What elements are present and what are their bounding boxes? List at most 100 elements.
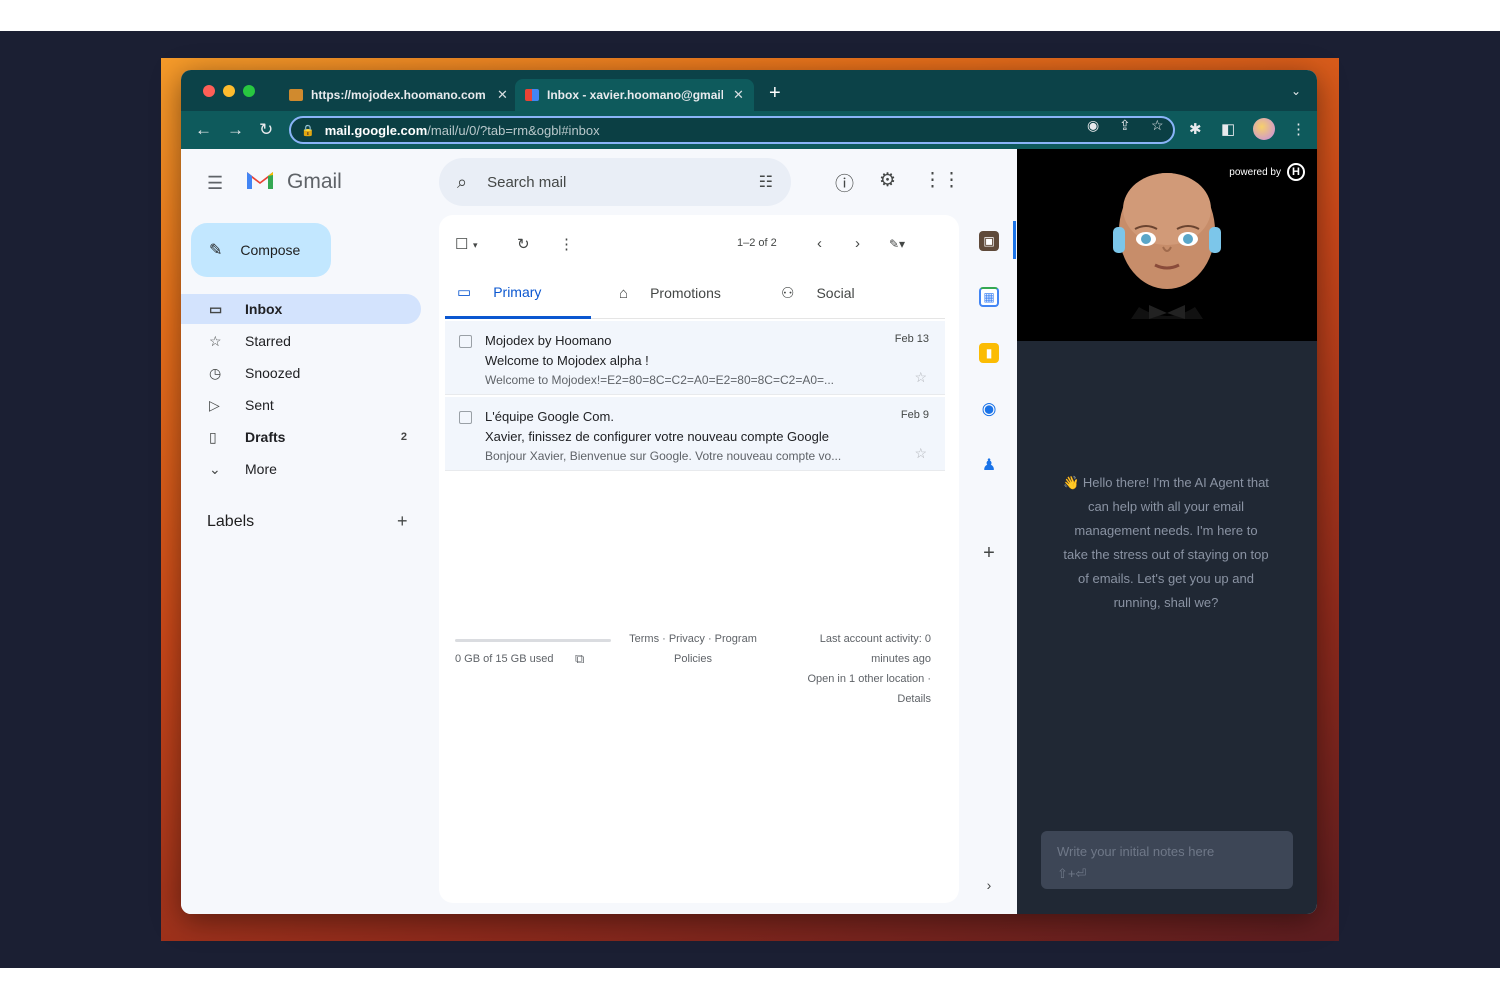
search-icon[interactable]: ⌕	[457, 172, 467, 193]
compose-label: Compose	[240, 242, 301, 258]
close-tab-icon[interactable]: ✕	[497, 87, 508, 103]
contacts-icon[interactable]: ♟	[979, 455, 999, 475]
assistant-panel: powered by H 👋 Hello there! I'm the AI A…	[1017, 149, 1317, 914]
tasks-icon[interactable]: ◉	[979, 399, 999, 419]
assistant-greeting: 👋 Hello there! I'm the AI Agent that can…	[1061, 471, 1271, 615]
calendar-icon[interactable]: ▦	[979, 287, 999, 307]
gmail-logo-icon[interactable]	[245, 167, 275, 191]
powered-by-badge: powered by H	[1229, 163, 1305, 181]
side-apps-panel: ▣ ▦ ▮ ◉ ♟ + ›	[961, 149, 1017, 914]
email-date: Feb 9	[900, 409, 929, 421]
back-icon[interactable]: ←	[195, 120, 212, 140]
main-menu-icon[interactable]: ☰	[207, 173, 223, 194]
expand-panel-icon[interactable]: ›	[979, 875, 999, 895]
greeting-text: Hello there! I'm the AI Agent that can h…	[1063, 475, 1269, 610]
help-icon[interactable]: ⓘ	[835, 169, 854, 196]
tab-social[interactable]: ⚇ Social	[781, 267, 855, 319]
active-addon-indicator	[1013, 221, 1016, 259]
bookmark-star-icon[interactable]: ☆	[1151, 117, 1164, 134]
tab-primary[interactable]: ▭ Primary	[445, 267, 591, 319]
clock-icon: ◷	[209, 364, 222, 381]
browser-menu-icon[interactable]: ⋮	[1291, 120, 1306, 138]
more-actions-icon[interactable]: ⋮	[559, 235, 574, 253]
tab-promotions[interactable]: ⌂ Promotions	[619, 267, 721, 319]
nav-label: Drafts	[245, 429, 286, 445]
select-dropdown-icon[interactable]: ▾	[473, 240, 478, 251]
keep-icon[interactable]: ▮	[979, 343, 999, 363]
nav-item-inbox[interactable]: ▭ Inbox	[181, 294, 421, 324]
apps-grid-icon[interactable]: ⋮⋮	[923, 169, 961, 192]
new-tab-button[interactable]: +	[769, 82, 781, 105]
draft-icon: ▯	[209, 428, 217, 445]
nav-item-snoozed[interactable]: ◷ Snoozed	[181, 358, 421, 388]
url-path: /mail/u/0/?tab=rm&ogbl#inbox	[427, 122, 600, 138]
notes-placeholder: Write your initial notes here	[1057, 844, 1215, 859]
wave-hand-icon: 👋	[1063, 475, 1080, 490]
close-window-button[interactable]	[203, 85, 215, 97]
star-icon[interactable]: ☆	[914, 445, 927, 462]
maximize-window-button[interactable]	[243, 85, 255, 97]
star-icon[interactable]: ☆	[914, 369, 927, 386]
browser-window: https://mojodex.hoomano.com ✕ Inbox - xa…	[181, 70, 1317, 914]
star-icon: ☆	[209, 332, 222, 349]
mojodex-addon-icon[interactable]: ▣	[979, 231, 999, 251]
nav-label: More	[245, 461, 277, 477]
email-checkbox[interactable]	[459, 335, 472, 348]
people-icon: ⚇	[781, 285, 795, 302]
email-snippet: Bonjour Xavier, Bienvenue sur Google. Vo…	[485, 449, 842, 463]
forward-icon[interactable]: →	[227, 120, 244, 140]
settings-gear-icon[interactable]: ⚙	[879, 169, 896, 192]
send-icon: ▷	[209, 396, 220, 413]
search-input[interactable]: Search mail	[487, 174, 566, 191]
category-tabs: ▭ Primary ⌂ Promotions ⚇ Social	[445, 267, 945, 319]
address-bar[interactable]: 🔒 mail.google.com /mail/u/0/?tab=rm&ogbl…	[289, 116, 1175, 144]
nav-item-sent[interactable]: ▷ Sent	[181, 390, 421, 420]
tab-mojodex[interactable]: https://mojodex.hoomano.com ✕	[279, 79, 518, 111]
nav-label: Snoozed	[245, 365, 301, 381]
minimize-window-button[interactable]	[223, 85, 235, 97]
nav-label: Inbox	[245, 301, 283, 317]
email-row[interactable]: Mojodex by Hoomano Welcome to Mojodex al…	[445, 321, 945, 395]
eye-icon[interactable]: ◉	[1087, 117, 1099, 134]
nav-label: Sent	[245, 397, 274, 413]
compose-button[interactable]: ✎ Compose	[191, 223, 331, 277]
reload-icon[interactable]: ↻	[259, 120, 273, 140]
footer-links[interactable]: Terms · Privacy · Program Policies	[623, 629, 763, 669]
tab-strip: https://mojodex.hoomano.com ✕ Inbox - xa…	[181, 70, 1317, 111]
browser-toolbar: ← → ↻ 🔒 mail.google.com /mail/u/0/?tab=r…	[181, 111, 1317, 149]
details-link[interactable]: Details	[869, 689, 931, 709]
email-sender: Mojodex by Hoomano	[485, 333, 612, 348]
share-icon[interactable]: ⇪	[1119, 117, 1131, 134]
close-tab-icon[interactable]: ✕	[733, 87, 744, 103]
tab-search-icon[interactable]: ⌄	[1291, 84, 1301, 98]
input-tools-icon[interactable]: ✎▾	[889, 237, 905, 251]
add-addon-icon[interactable]: +	[979, 542, 999, 564]
email-checkbox[interactable]	[459, 411, 472, 424]
inbox-icon: ▭	[209, 300, 223, 317]
gmail-app: ☰ Gmail ✎ Compose ▭ Inbox ☆ Starred ◷ Sn…	[181, 149, 1017, 914]
select-all-checkbox[interactable]: ☐	[455, 235, 468, 253]
nav-item-drafts[interactable]: ▯ Drafts 2	[181, 422, 421, 452]
side-panel-icon[interactable]: ◧	[1221, 120, 1235, 138]
email-date: Feb 13	[894, 333, 929, 345]
search-bar[interactable]: ⌕ Search mail ☷	[439, 158, 791, 206]
labels-heading: Labels	[207, 513, 255, 530]
other-location-text: Open in 1 other location ·	[807, 673, 931, 685]
nav-item-more[interactable]: ⌄ More	[181, 454, 421, 484]
email-row[interactable]: L'équipe Google Com. Xavier, finissez de…	[445, 397, 945, 471]
tab-inbox[interactable]: Inbox - xavier.hoomano@gmail.com ✕	[515, 79, 754, 111]
initial-notes-input[interactable]: Write your initial notes here ⇧+⏎	[1041, 831, 1293, 889]
powered-by-text: powered by	[1229, 166, 1281, 178]
extensions-icon[interactable]: ✱	[1189, 120, 1202, 138]
newer-page-icon[interactable]: ‹	[817, 235, 822, 252]
profile-avatar[interactable]	[1253, 118, 1275, 140]
nav-item-starred[interactable]: ☆ Starred	[181, 326, 421, 356]
pencil-icon: ✎	[209, 242, 223, 259]
external-link-icon[interactable]: ⧉	[575, 649, 584, 669]
tab-title: https://mojodex.hoomano.com	[311, 88, 486, 102]
add-label-icon[interactable]: +	[397, 511, 408, 532]
search-options-icon[interactable]: ☷	[759, 172, 773, 192]
storage-bar	[455, 639, 611, 642]
refresh-icon[interactable]: ↻	[517, 235, 530, 253]
older-page-icon[interactable]: ›	[855, 235, 860, 252]
